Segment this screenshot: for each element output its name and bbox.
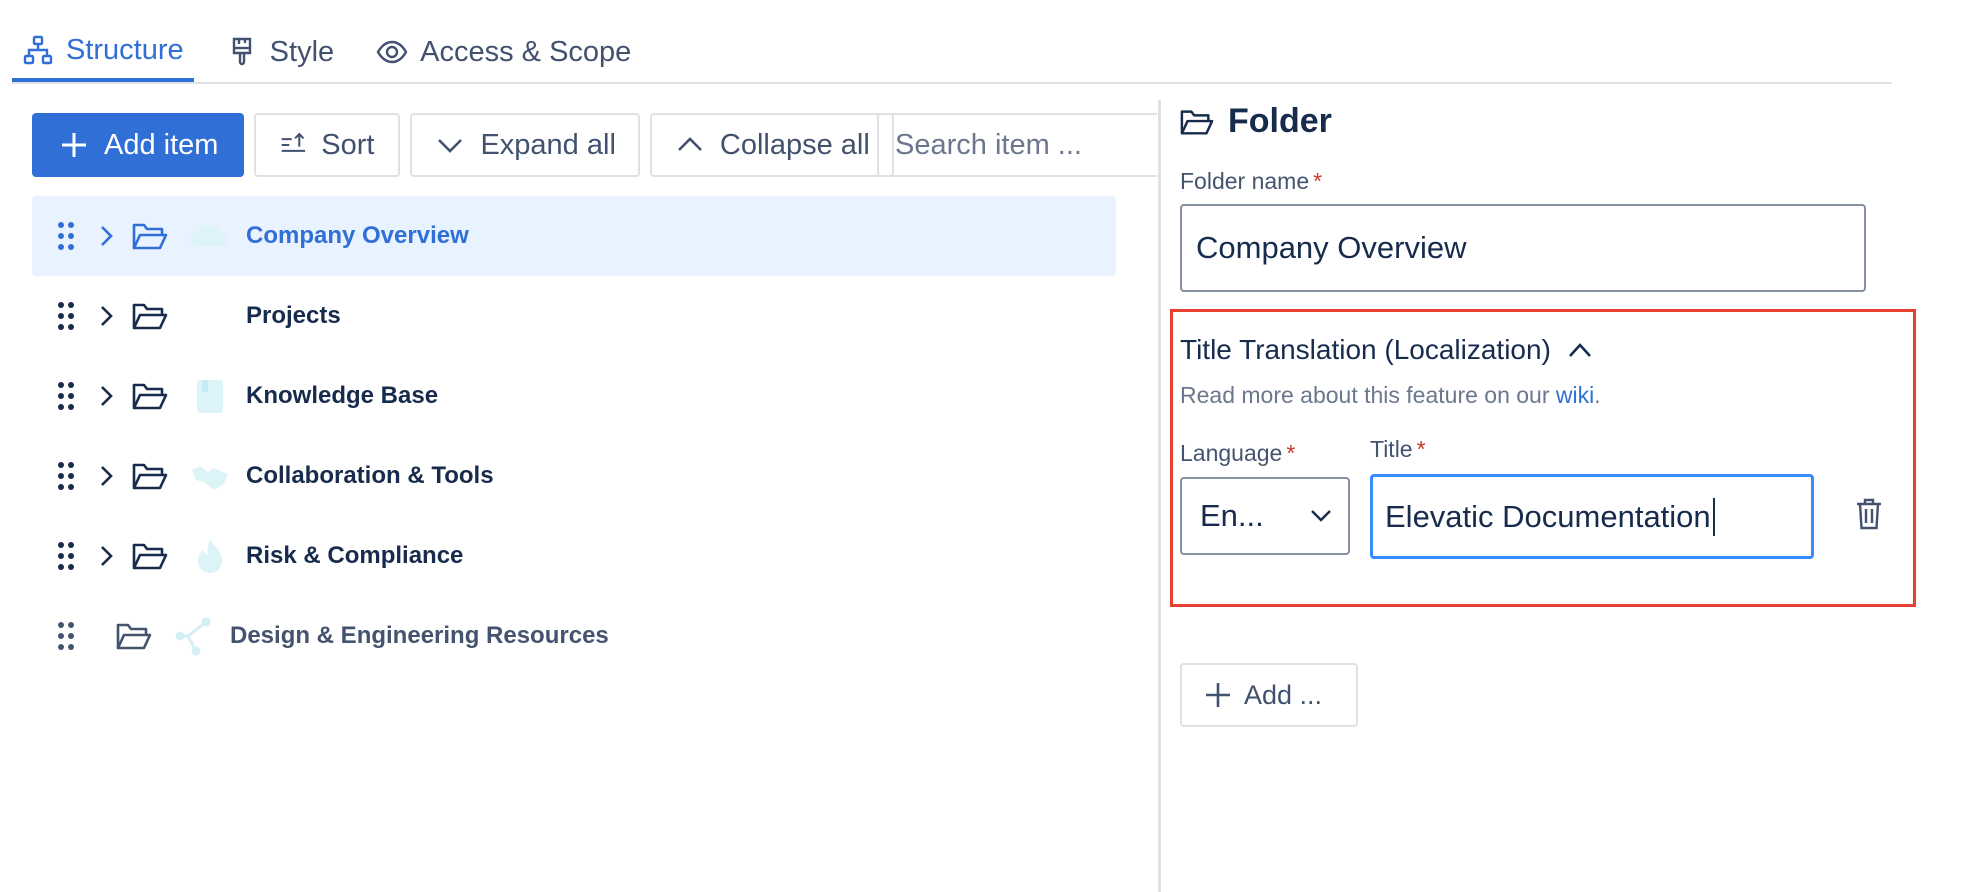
required-mark: * (1416, 436, 1426, 462)
folder-name-input[interactable]: Company Overview (1180, 204, 1866, 292)
wiki-link[interactable]: wiki (1556, 382, 1594, 408)
eye-icon (376, 40, 408, 64)
tab-style[interactable]: Style (216, 22, 344, 82)
tab-label: Style (269, 35, 335, 68)
panel-title-text: Folder (1228, 102, 1332, 140)
tab-label: Access & Scope (420, 35, 632, 68)
drag-handle-icon[interactable] (56, 620, 76, 652)
tree-toolbar: Add item Sort Expand all Collapse all (32, 113, 894, 177)
chevron-down-icon (438, 139, 463, 153)
sort-icon (282, 132, 306, 152)
language-select[interactable]: En... (1180, 477, 1350, 555)
plus-icon (62, 133, 86, 157)
structure-tree: Company Overview Projects Knowledge Base… (32, 196, 1116, 676)
tree-row-risk-compliance[interactable]: Risk & Compliance (32, 516, 1116, 596)
tab-bar: Structure Style Access & Scope (12, 22, 1892, 84)
tree-row-knowledge-base[interactable]: Knowledge Base (32, 356, 1116, 436)
handshake-icon (192, 466, 228, 490)
title-label: Title * (1370, 436, 1426, 463)
tree-row-company-overview[interactable]: Company Overview (32, 196, 1116, 276)
search-input[interactable]: Search item ... (877, 113, 1157, 177)
chevron-up-icon (1568, 343, 1591, 357)
chevron-up-icon (677, 137, 702, 151)
translation-section-toggle[interactable]: Title Translation (Localization) (1180, 334, 1593, 366)
folder-open-icon (132, 463, 168, 490)
panel-divider[interactable] (1158, 100, 1161, 892)
book-icon (197, 380, 223, 413)
folder-open-icon (132, 383, 168, 410)
translation-desc-text: Read more about this feature on our (1180, 382, 1556, 408)
language-label: Language * (1180, 440, 1295, 467)
title-value: Elevatic Documentation (1385, 498, 1711, 534)
panel-title: Folder (1180, 102, 1332, 141)
tree-row-design-engineering[interactable]: Design & Engineering Resources (32, 596, 1116, 676)
tab-structure[interactable]: Structure (12, 22, 194, 82)
language-value: En... (1200, 498, 1264, 533)
drag-handle-icon[interactable] (56, 460, 76, 492)
search-placeholder: Search item ... (895, 128, 1082, 161)
tree-item-label: Collaboration & Tools (246, 462, 494, 489)
chevron-right-icon[interactable] (96, 383, 116, 409)
folder-open-icon (132, 543, 168, 570)
add-translation-label: Add ... (1244, 679, 1323, 710)
chevron-right-icon[interactable] (96, 463, 116, 489)
tree-row-projects[interactable]: Projects (32, 276, 1116, 356)
chevron-right-icon[interactable] (96, 543, 116, 569)
add-translation-button[interactable]: Add ... (1180, 663, 1358, 727)
chevron-right-icon[interactable] (96, 303, 116, 329)
translation-title: Title Translation (Localization) (1180, 334, 1551, 365)
tree-item-label: Knowledge Base (246, 382, 439, 409)
expand-all-label: Expand all (480, 128, 616, 161)
folder-name-label-text: Folder name (1180, 168, 1310, 194)
folder-open-icon (116, 623, 152, 650)
network-icon (175, 617, 211, 656)
text-cursor (1712, 497, 1715, 536)
chevron-down-icon (1311, 510, 1331, 522)
cloud-icon (191, 225, 227, 246)
tree-item-label: Company Overview (246, 222, 469, 249)
required-mark: * (1286, 440, 1296, 466)
translation-description: Read more about this feature on our wiki… (1180, 382, 1601, 409)
plus-icon (1206, 683, 1230, 707)
translation-desc-suffix: . (1594, 382, 1601, 408)
collapse-all-label: Collapse all (719, 128, 870, 161)
drag-handle-icon[interactable] (56, 220, 76, 252)
hierarchy-icon (23, 35, 53, 65)
folder-open-icon (132, 223, 168, 250)
drag-handle-icon[interactable] (56, 300, 76, 332)
flame-icon (198, 539, 222, 573)
add-item-button[interactable]: Add item (32, 113, 245, 177)
tree-item-label: Projects (246, 302, 341, 329)
tab-label: Structure (66, 33, 184, 66)
folder-name-label: Folder name * (1180, 168, 1322, 195)
trash-icon[interactable] (1856, 498, 1882, 530)
drag-handle-icon[interactable] (56, 380, 76, 412)
required-mark: * (1313, 168, 1323, 194)
tab-access-scope[interactable]: Access & Scope (366, 22, 641, 82)
tree-item-label: Design & Engineering Resources (230, 622, 609, 649)
chevron-right-icon[interactable] (96, 223, 116, 249)
collapse-all-button[interactable]: Collapse all (649, 113, 894, 177)
tree-item-label: Risk & Compliance (246, 542, 464, 569)
drag-handle-icon[interactable] (56, 540, 76, 572)
title-input[interactable]: Elevatic Documentation (1370, 474, 1814, 559)
sort-button[interactable]: Sort (254, 113, 401, 177)
folder-open-icon (132, 303, 168, 330)
expand-all-button[interactable]: Expand all (410, 113, 640, 177)
title-label-text: Title (1370, 436, 1413, 462)
tree-row-collaboration-tools[interactable]: Collaboration & Tools (32, 436, 1116, 516)
add-item-label: Add item (104, 128, 219, 161)
folder-open-icon (1180, 109, 1214, 135)
language-label-text: Language (1180, 440, 1283, 466)
paintbrush-icon (232, 37, 251, 66)
folder-name-value: Company Overview (1196, 230, 1467, 265)
sort-label: Sort (321, 128, 375, 161)
